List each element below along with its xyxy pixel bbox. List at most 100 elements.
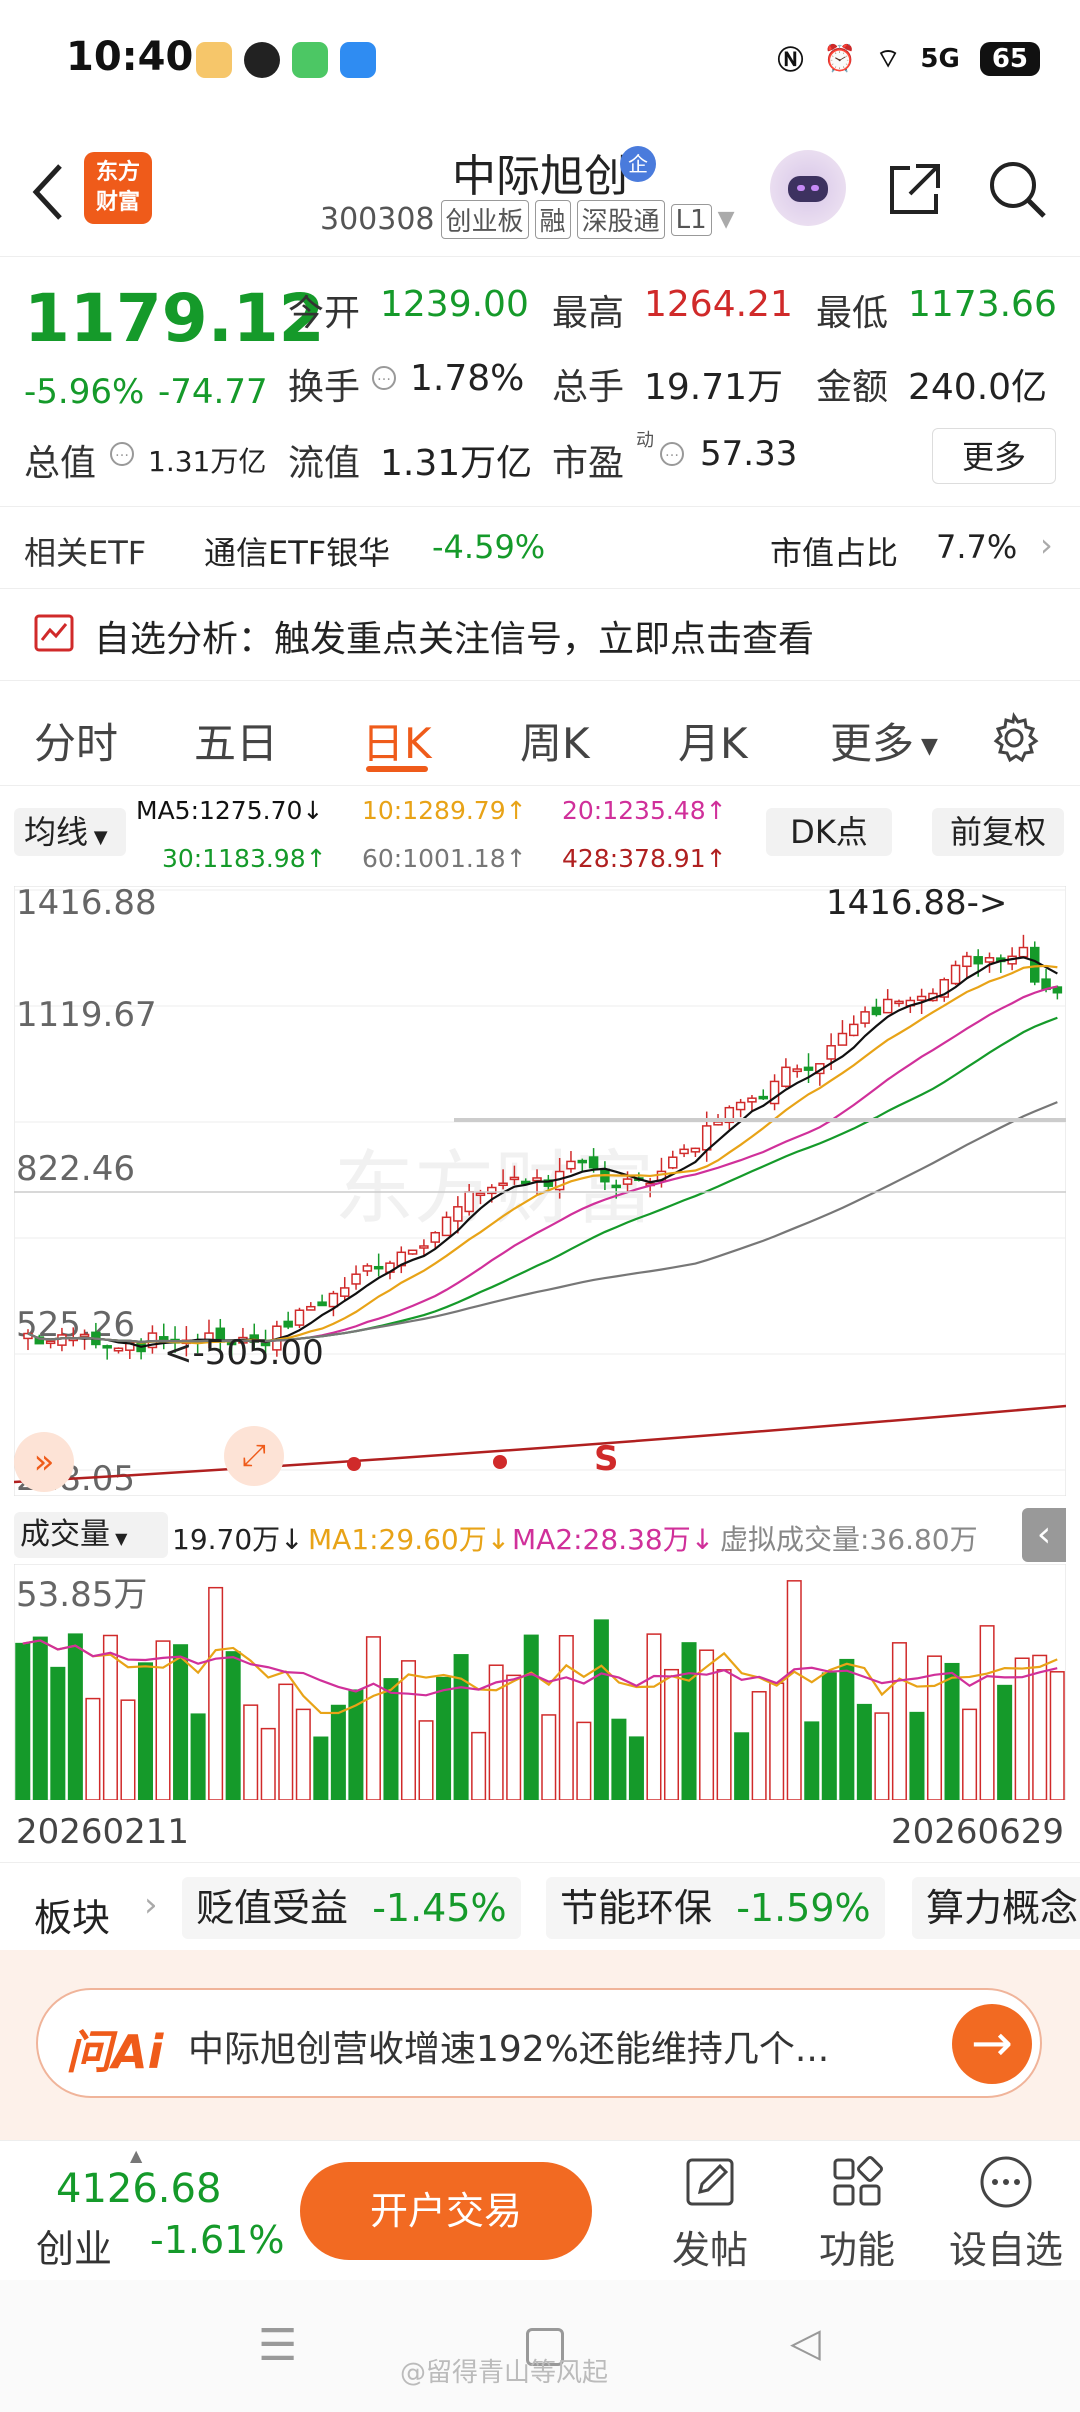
candle-body bbox=[1030, 946, 1040, 983]
pe-superscript: 动 bbox=[636, 430, 654, 451]
volume-bar bbox=[278, 1683, 294, 1800]
settings-gear-icon[interactable] bbox=[988, 712, 1040, 764]
volume-bar bbox=[173, 1644, 189, 1800]
ai-robot-avatar[interactable] bbox=[770, 150, 846, 226]
volume-header: 成交量 ▼ 19.70万↓ MA1:29.60万↓ MA2:28.38万↓ 虚拟… bbox=[14, 1508, 1066, 1564]
share-icon[interactable] bbox=[886, 160, 944, 218]
candle-body bbox=[803, 1066, 814, 1071]
candle-body bbox=[950, 964, 961, 985]
tab-daily-k[interactable]: 日K bbox=[362, 710, 432, 771]
sell-signal-marker: S bbox=[594, 1439, 619, 1479]
candle-body bbox=[792, 1068, 802, 1073]
more-button[interactable]: 更多 bbox=[932, 428, 1056, 484]
volume-bar bbox=[593, 1619, 609, 1800]
menu-nav-icon[interactable]: ☰ bbox=[258, 2320, 297, 2371]
candle-body bbox=[294, 1309, 305, 1326]
back-nav-icon[interactable]: ◁ bbox=[790, 2320, 821, 2366]
adjust-price-button[interactable]: 前复权 bbox=[932, 808, 1064, 856]
fast-forward-icon[interactable]: » bbox=[14, 1432, 74, 1492]
sector-chip[interactable]: 贬值受益 -1.45% bbox=[182, 1877, 521, 1939]
search-icon[interactable] bbox=[986, 158, 1048, 220]
volume-bar bbox=[400, 1660, 417, 1800]
open-account-trade-button[interactable]: 开户交易 bbox=[300, 2162, 592, 2260]
index-value[interactable]: 4126.68 bbox=[56, 2166, 221, 2212]
volume-bar bbox=[891, 1642, 907, 1800]
index-percent[interactable]: -1.61% bbox=[150, 2218, 284, 2262]
volume-bar bbox=[1032, 1654, 1048, 1800]
notification-icons bbox=[196, 42, 376, 82]
tab-more[interactable]: 更多 ▼ bbox=[830, 710, 938, 771]
candle-body bbox=[679, 1148, 689, 1155]
kline-chart[interactable]: 东方财富1416.881119.67822.46525.26228.05 S141… bbox=[14, 886, 1066, 1496]
ai-question-box[interactable]: 问Ai 中际旭创营收增速192%还能维持几个... → bbox=[36, 1988, 1042, 2098]
collapse-panel-icon[interactable]: ‹ bbox=[1022, 1508, 1066, 1562]
volume-bar bbox=[120, 1699, 136, 1800]
board-tag: 创业板 bbox=[440, 200, 529, 239]
low-price-marker: <-505.00 bbox=[164, 1333, 324, 1373]
etf-name[interactable]: 通信ETF银华 bbox=[204, 528, 390, 574]
candle-body bbox=[735, 1101, 746, 1111]
y-axis-label: 1119.67 bbox=[16, 995, 157, 1035]
volume-bar bbox=[611, 1718, 627, 1800]
active-tab-underline bbox=[366, 766, 428, 772]
chevron-right-icon[interactable]: › bbox=[144, 1885, 158, 1925]
candle-body bbox=[328, 1292, 339, 1308]
mktcap-share-value: 7.7% bbox=[936, 528, 1018, 566]
dk-point-button[interactable]: DK点 bbox=[766, 808, 892, 856]
chart-analysis-icon bbox=[34, 614, 74, 652]
post-button[interactable]: 发帖 bbox=[650, 2154, 770, 2274]
candle-body bbox=[407, 1249, 418, 1255]
stock-code: 300308 bbox=[320, 202, 435, 237]
volume-chart[interactable]: 53.85万 bbox=[14, 1564, 1066, 1800]
high-price-marker: 1416.88-> bbox=[826, 886, 1007, 923]
volume-bar bbox=[295, 1708, 311, 1800]
ma-selector-button[interactable]: 均线 ▼ bbox=[14, 808, 126, 856]
volume-bar bbox=[576, 1721, 592, 1800]
candle-body bbox=[611, 1184, 621, 1189]
volume-bar bbox=[523, 1634, 539, 1800]
margin-tag: 融 bbox=[534, 200, 571, 239]
tab-intraday[interactable]: 分时 bbox=[34, 710, 118, 771]
analysis-text: 自选分析：触发重点关注信号，立即点击查看 bbox=[94, 619, 815, 660]
sector-label: 板块 bbox=[34, 1896, 111, 1940]
dropdown-triangle-icon[interactable]: ▼ bbox=[718, 207, 735, 232]
tab-monthly-k[interactable]: 月K bbox=[678, 710, 748, 771]
tab-weekly-k[interactable]: 周K bbox=[520, 710, 590, 771]
volume-bar bbox=[979, 1625, 995, 1800]
arrow-right-icon[interactable]: → bbox=[952, 2004, 1032, 2084]
index-name[interactable]: 创业 bbox=[36, 2218, 112, 2273]
high-value: 1264.21 bbox=[644, 284, 793, 325]
volume-bar bbox=[190, 1713, 206, 1800]
high-label: 最高 bbox=[552, 293, 625, 334]
sector-chip[interactable]: 算力概念 bbox=[912, 1877, 1080, 1939]
weibo-watermark: @留得青山等风起 bbox=[400, 2358, 609, 2388]
expand-icon[interactable]: ⤢ bbox=[224, 1426, 284, 1486]
candle-body bbox=[973, 956, 983, 965]
signal-icon: 5G bbox=[920, 43, 960, 74]
tab-5day[interactable]: 五日 bbox=[194, 710, 278, 771]
analysis-banner[interactable]: 自选分析：触发重点关注信号，立即点击查看 bbox=[0, 588, 1080, 680]
volume-selector-button[interactable]: 成交量 ▼ bbox=[14, 1512, 168, 1558]
info-icon[interactable]: … bbox=[110, 442, 134, 466]
chevron-right-icon[interactable]: › bbox=[1040, 526, 1053, 564]
level-tag[interactable]: L1 bbox=[670, 203, 712, 236]
volume-bar bbox=[751, 1691, 767, 1800]
volume-bar bbox=[365, 1636, 381, 1800]
candle-body bbox=[464, 1191, 474, 1213]
volume-bar bbox=[67, 1633, 83, 1800]
sector-chip[interactable]: 节能环保 -1.59% bbox=[546, 1877, 885, 1939]
volume-bar bbox=[137, 1662, 154, 1800]
candle-body bbox=[498, 1182, 508, 1187]
ai-brand-logo: 问Ai bbox=[66, 2025, 164, 2079]
volume-bar bbox=[804, 1721, 820, 1800]
functions-button[interactable]: 功能 bbox=[797, 2154, 917, 2274]
candle-body bbox=[306, 1305, 316, 1311]
volume-bar bbox=[243, 1704, 259, 1800]
info-icon[interactable]: … bbox=[372, 366, 396, 390]
add-watchlist-button[interactable]: 设自选 bbox=[946, 2154, 1066, 2274]
volume-bar bbox=[383, 1678, 399, 1800]
nfc-icon: Ⓝ bbox=[777, 46, 804, 76]
candle-body bbox=[588, 1156, 599, 1169]
volume-bar bbox=[926, 1655, 943, 1800]
info-icon[interactable]: … bbox=[660, 442, 684, 466]
